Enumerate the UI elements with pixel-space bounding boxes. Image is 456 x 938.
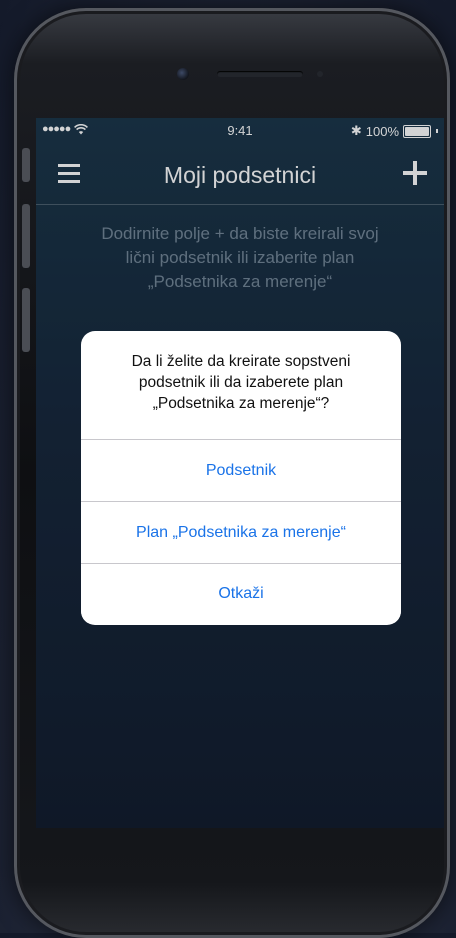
choice-alert-dialog: Da li želite da kreirate sopstveni podse… xyxy=(81,331,401,625)
front-camera xyxy=(177,68,189,80)
volume-up-button xyxy=(22,204,30,268)
reminder-button[interactable]: Podsetnik xyxy=(81,439,401,501)
alert-message-line-3: „Podsetnika za merenje“? xyxy=(152,395,330,412)
mute-switch xyxy=(22,148,30,182)
app-screen: ●●●●● 9:41 ✱ 100% Moji podsetnici Dodirn… xyxy=(36,118,444,828)
alert-message: Da li želite da kreirate sopstveni podse… xyxy=(81,331,401,439)
alert-message-line-1: Da li želite da kreirate sopstveni xyxy=(131,353,351,370)
cancel-button[interactable]: Otkaži xyxy=(81,563,401,623)
earpiece-speaker xyxy=(217,71,303,77)
alert-message-line-2: podsetnik ili da izaberete plan xyxy=(138,374,344,391)
proximity-sensor xyxy=(317,71,323,77)
volume-down-button xyxy=(22,288,30,352)
measurement-plan-button[interactable]: Plan „Podsetnika za merenje“ xyxy=(81,501,401,563)
